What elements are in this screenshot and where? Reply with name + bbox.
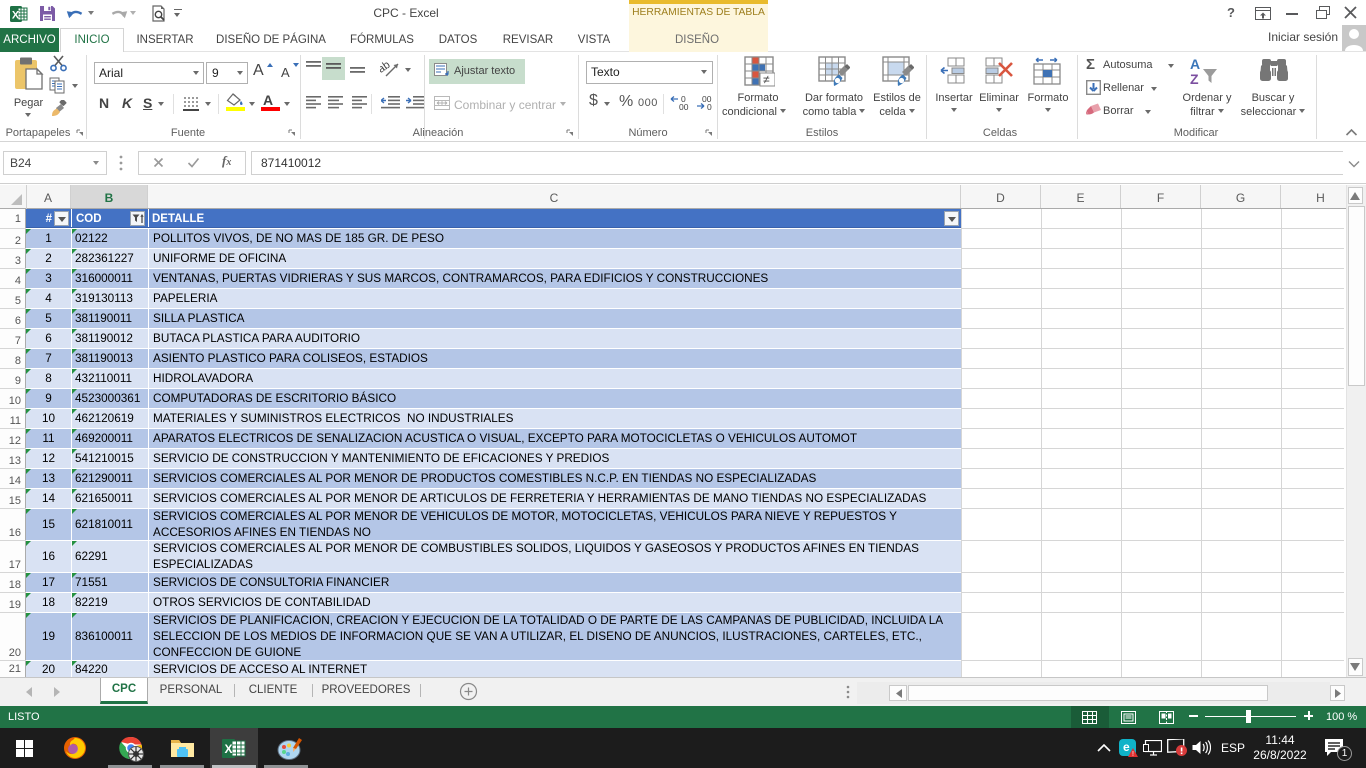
svg-text:X: X <box>12 10 20 22</box>
svg-text:≠: ≠ <box>763 73 770 87</box>
svg-text:Z: Z <box>1190 71 1199 87</box>
svg-text:ab: ab <box>380 59 392 76</box>
svg-text:00: 00 <box>679 102 689 111</box>
svg-text:X: X <box>224 742 232 756</box>
svg-text:A: A <box>1190 56 1200 72</box>
svg-text:!: ! <box>1132 751 1134 757</box>
